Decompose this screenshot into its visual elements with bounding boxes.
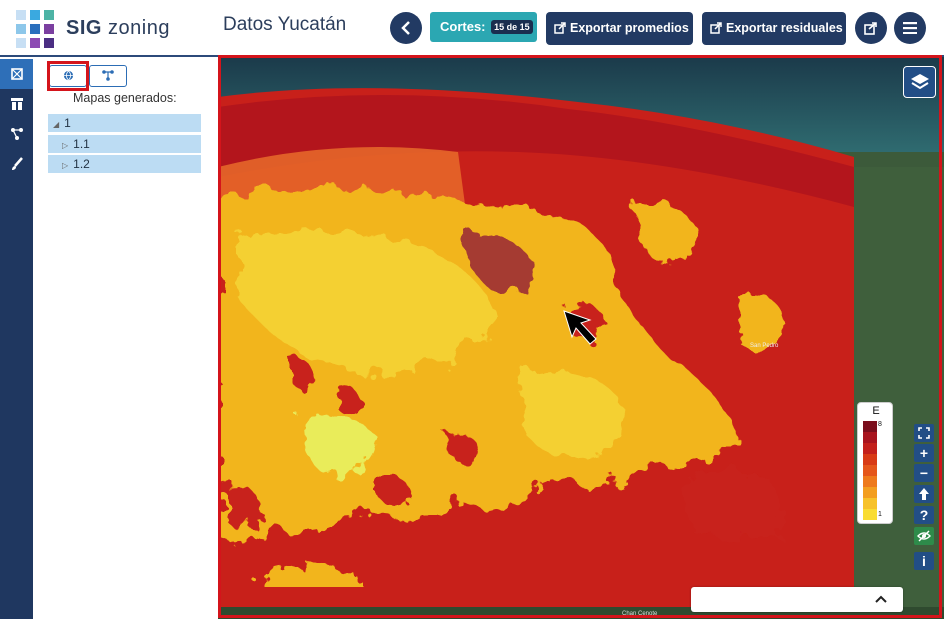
share-icon bbox=[864, 22, 877, 35]
map-icon bbox=[10, 68, 23, 80]
help-button[interactable]: ? bbox=[914, 506, 934, 524]
fullscreen-button[interactable] bbox=[914, 424, 934, 442]
collapsed-triangle-icon[interactable]: ▷ bbox=[62, 141, 68, 150]
tree-item-1[interactable]: ◢ 1 bbox=[48, 114, 201, 132]
visibility-button[interactable] bbox=[914, 527, 934, 545]
tree-item-label: 1 bbox=[64, 116, 71, 130]
fullscreen-icon bbox=[918, 427, 930, 439]
side-panel: Mapas generados: ◢ 1 ▷ 1.1 ▷ 1.2 bbox=[33, 59, 218, 619]
cortes-badge: 15 de 15 bbox=[491, 20, 533, 34]
highlight-box bbox=[47, 61, 89, 91]
place-label: Chan Cenote bbox=[622, 611, 658, 617]
map-canvas[interactable]: San Pedro Chan Cenote bbox=[218, 57, 944, 619]
export-promedios-button[interactable]: Exportar promedios bbox=[546, 12, 693, 45]
brush-tool-button[interactable] bbox=[0, 149, 33, 179]
tree-icon bbox=[102, 70, 114, 81]
legend-min: 1 bbox=[878, 511, 882, 518]
logo-icon bbox=[16, 10, 54, 48]
info-button[interactable]: i bbox=[914, 552, 934, 570]
brush-icon bbox=[11, 157, 23, 170]
map-tool-button[interactable] bbox=[0, 59, 33, 89]
page-title: Datos Yucatán bbox=[223, 14, 347, 35]
cortes-button[interactable]: Cortes: 15 de 15 bbox=[430, 12, 537, 42]
expanded-triangle-icon[interactable]: ◢ bbox=[53, 120, 59, 129]
legend-title: E bbox=[872, 405, 880, 417]
tree-item-1-2[interactable]: ▷ 1.2 bbox=[48, 155, 201, 173]
chevron-up-icon bbox=[875, 595, 887, 603]
zoom-in-icon: + bbox=[919, 445, 929, 461]
place-label: San Pedro bbox=[750, 343, 779, 349]
app-logo-text: SIG zoning bbox=[66, 17, 170, 39]
bottom-panel-toggle[interactable] bbox=[691, 587, 903, 612]
north-arrow-icon bbox=[919, 488, 929, 500]
layers-icon bbox=[910, 74, 929, 90]
zoom-in-button[interactable]: + bbox=[914, 444, 934, 462]
hamburger-icon bbox=[903, 22, 917, 35]
export-residuales-label: Exportar residuales bbox=[726, 21, 843, 35]
network-icon bbox=[10, 128, 23, 140]
legend-max: 8 bbox=[878, 421, 882, 428]
columns-icon bbox=[10, 98, 23, 110]
layers-button[interactable] bbox=[903, 66, 936, 98]
tree-item-1-1[interactable]: ▷ 1.1 bbox=[48, 135, 201, 153]
cortes-label: Cortes: bbox=[440, 19, 486, 34]
export-icon bbox=[710, 22, 722, 34]
left-toolbar bbox=[0, 59, 33, 619]
export-promedios-label: Exportar promedios bbox=[570, 21, 689, 35]
chevron-left-icon bbox=[401, 21, 410, 35]
app-header: SIG zoning Datos Yucatán Cortes: 15 de 1… bbox=[0, 0, 944, 57]
collapsed-triangle-icon[interactable]: ▷ bbox=[62, 161, 68, 170]
help-icon: ? bbox=[919, 507, 929, 523]
heatmap-layer: San Pedro Chan Cenote bbox=[218, 57, 944, 619]
maps-generated-label: Mapas generados: bbox=[73, 91, 177, 105]
north-button[interactable] bbox=[914, 485, 934, 503]
back-button[interactable] bbox=[390, 12, 422, 44]
tab-tree[interactable] bbox=[89, 65, 127, 87]
share-button[interactable] bbox=[855, 12, 887, 44]
export-residuales-button[interactable]: Exportar residuales bbox=[702, 12, 846, 45]
export-icon bbox=[554, 22, 566, 34]
legend-colorbar bbox=[863, 421, 877, 520]
map-legend: E 8 1 bbox=[857, 402, 893, 524]
visibility-icon bbox=[917, 530, 931, 542]
tree-item-label: 1.1 bbox=[73, 137, 90, 151]
network-tool-button[interactable] bbox=[0, 119, 33, 149]
tree-item-label: 1.2 bbox=[73, 157, 90, 171]
columns-tool-button[interactable] bbox=[0, 89, 33, 119]
info-icon: i bbox=[922, 553, 926, 569]
zoom-out-button[interactable]: − bbox=[914, 464, 934, 482]
menu-button[interactable] bbox=[894, 12, 926, 44]
zoom-out-icon: − bbox=[919, 465, 929, 481]
